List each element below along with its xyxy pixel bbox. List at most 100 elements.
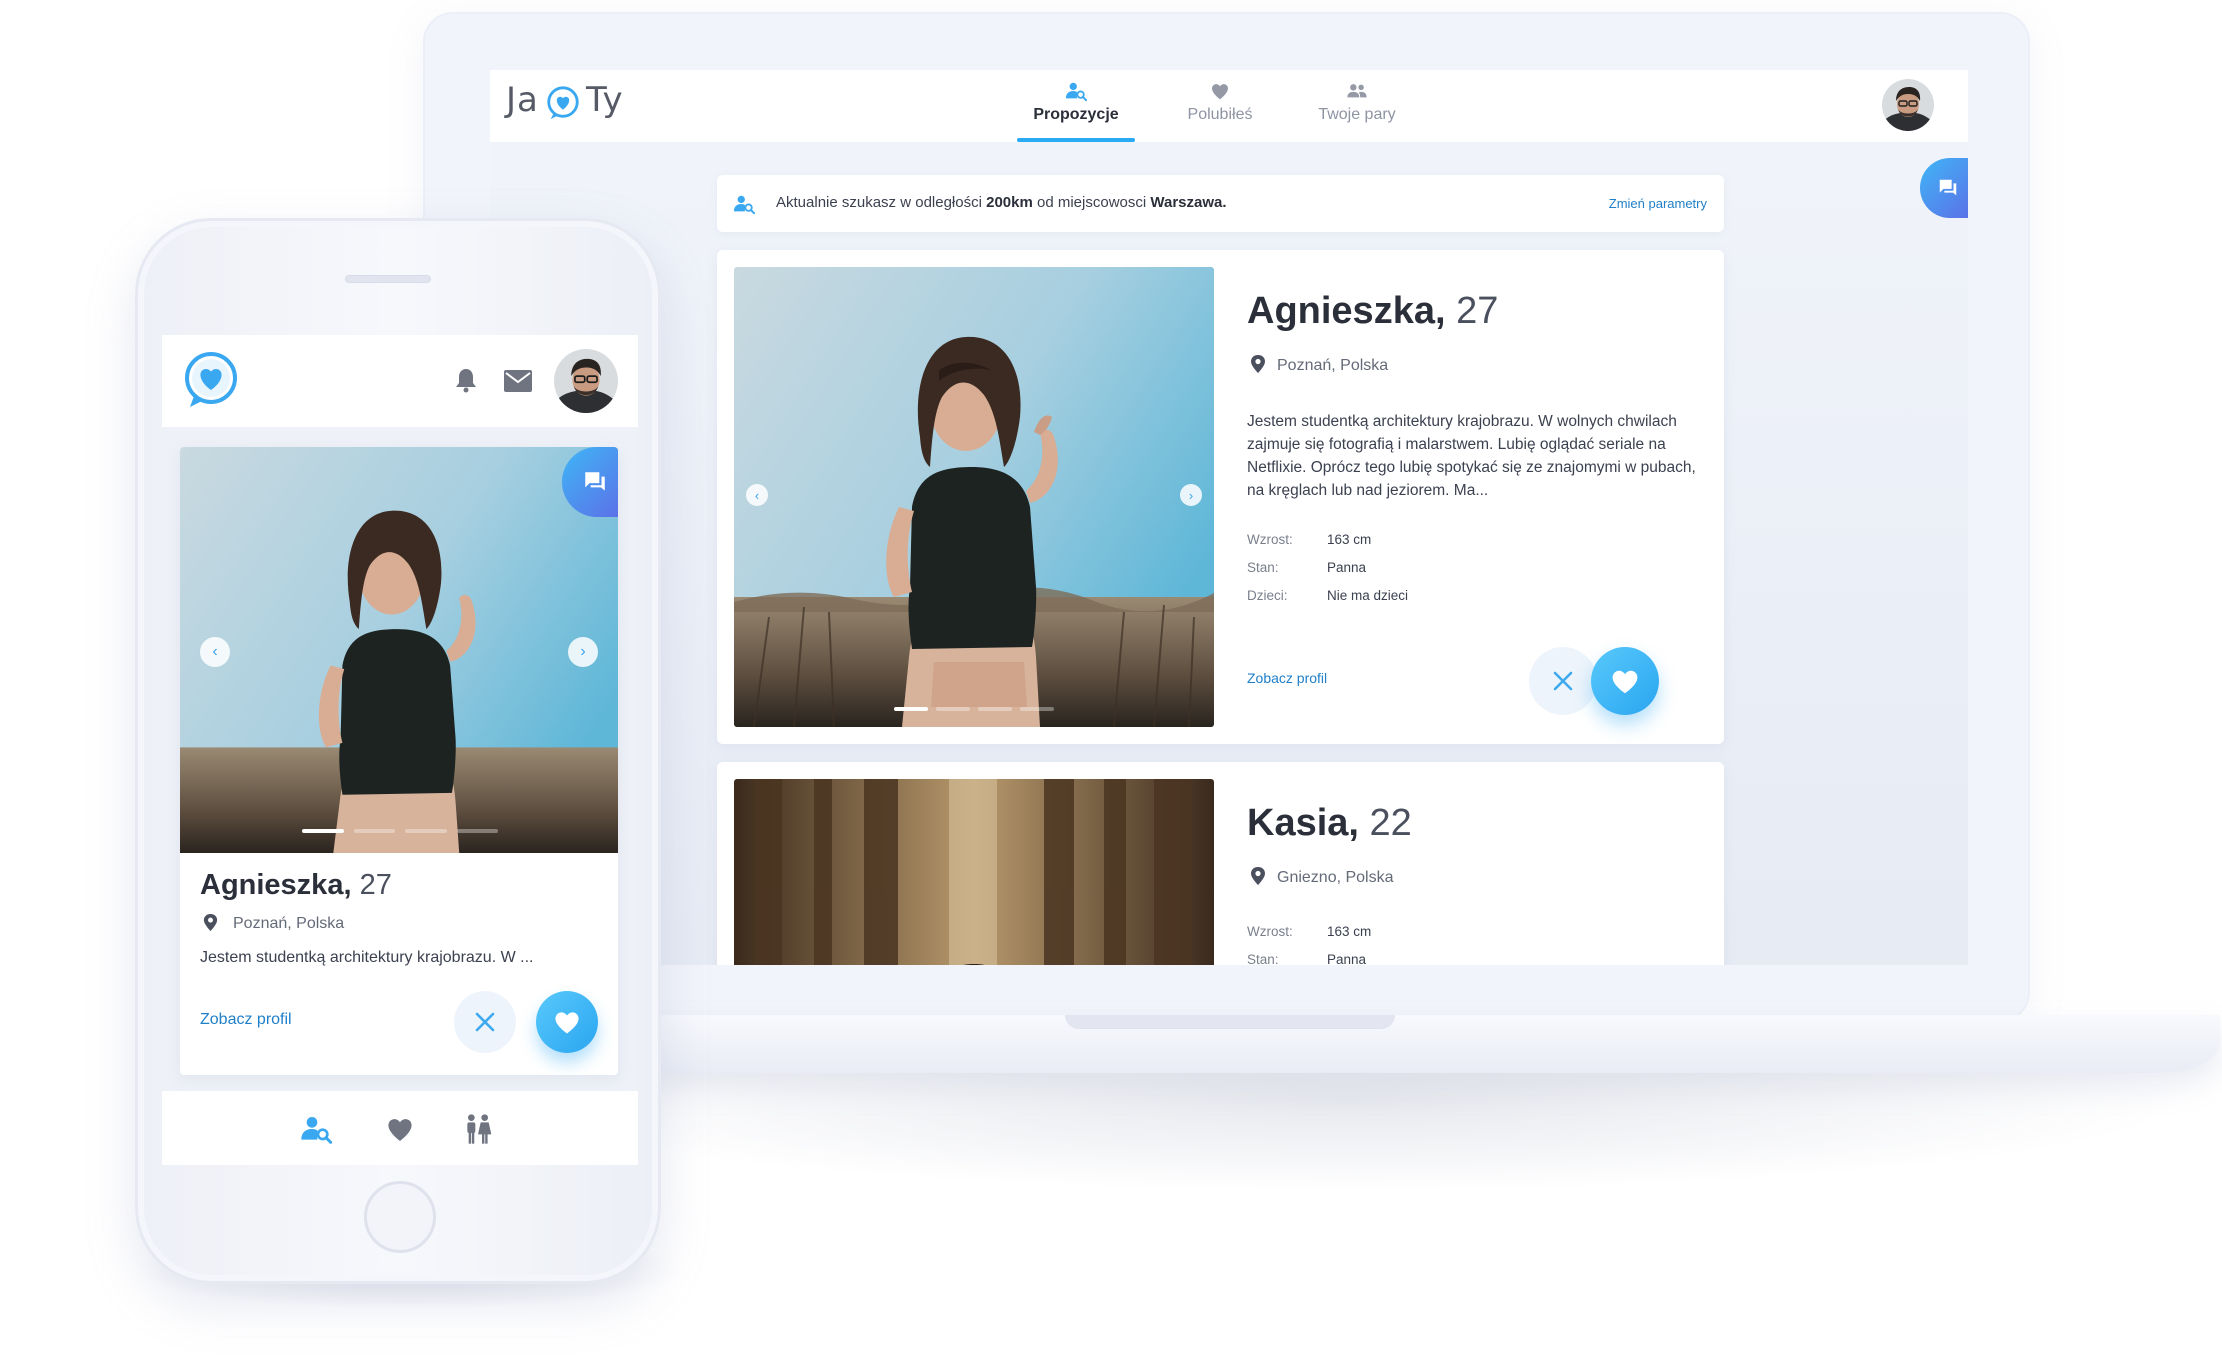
tab-propozycje[interactable]: Propozycje — [1017, 80, 1135, 142]
profile-name: Kasia, 22 — [1247, 802, 1412, 845]
couple-icon[interactable] — [462, 1113, 494, 1145]
location-pin-icon — [1251, 867, 1265, 885]
fact-value: 163 cm — [1327, 532, 1372, 547]
mail-icon[interactable] — [504, 370, 532, 392]
photo-dot[interactable] — [456, 829, 498, 833]
fact-label: Wzrost: — [1247, 532, 1293, 547]
laptop-screen: Ja Ty Propozycje Polubiłeś Twoje pary Ak… — [490, 70, 1968, 965]
profile-bio: Jestem studentką architektury krajobrazu… — [1247, 413, 1696, 499]
fact-label: Dzieci: — [1247, 588, 1288, 603]
photo-dot[interactable] — [302, 829, 344, 833]
profile-location: Poznań, Polska — [1249, 354, 1388, 375]
app-logo-icon[interactable] — [180, 349, 242, 411]
fact-row: Wzrost: 163 cm — [1247, 532, 1408, 560]
profile-photo[interactable]: ‹ › — [180, 447, 618, 853]
age-text: 27 — [1456, 290, 1499, 332]
laptop-base — [600, 1015, 2220, 1073]
photo-dot[interactable] — [1020, 707, 1054, 711]
user-avatar[interactable] — [554, 349, 618, 413]
photo-prev-arrow[interactable]: ‹ — [746, 484, 768, 506]
location-text: Poznań, Polska — [1277, 357, 1389, 374]
fact-value: Panna — [1327, 560, 1367, 575]
close-icon — [1553, 671, 1573, 691]
laptop-notch — [1065, 1015, 1395, 1029]
phone-header — [162, 335, 638, 427]
search-summary-text: Aktualnie szukasz w odległości 200km od … — [776, 194, 1227, 211]
avatar-portrait — [554, 349, 618, 413]
fact-row: Wzrost: 163 cm — [1247, 924, 1371, 952]
search-prefix: Aktualnie szukasz w odległości — [776, 194, 987, 211]
view-profile-link[interactable]: Zobacz profil — [200, 1011, 292, 1029]
chat-icon — [585, 472, 605, 491]
profile-card: Kasia, 22 Gniezno, Polska Wzrost: 163 cm … — [717, 762, 1724, 965]
photo-dot[interactable] — [353, 829, 395, 833]
user-search-icon — [1065, 82, 1087, 102]
heart-icon — [555, 1012, 579, 1034]
profile-photo[interactable] — [734, 779, 1214, 965]
phone-speaker — [345, 275, 431, 283]
fact-row: Stan: Panna — [1247, 952, 1371, 965]
view-profile-link[interactable]: Zobacz profil — [1247, 670, 1327, 686]
user-search-icon — [733, 195, 755, 215]
location-pin-icon — [203, 914, 218, 931]
age-text: 22 — [1369, 802, 1412, 844]
profile-photo[interactable]: ‹ › — [734, 267, 1214, 727]
location-text: Gniezno, Polska — [1277, 869, 1394, 886]
heart-icon[interactable] — [384, 1113, 416, 1145]
chat-icon — [1939, 179, 1957, 196]
user-avatar[interactable] — [1882, 79, 1934, 131]
tab-twoje-pary[interactable]: Twoje pary — [1303, 80, 1411, 142]
fact-label: Stan: — [1247, 560, 1279, 575]
search-middle: od miejscowosci — [1032, 194, 1151, 211]
photo-dot[interactable] — [978, 707, 1012, 711]
age-text: 27 — [359, 869, 392, 901]
chat-button[interactable] — [1920, 158, 1968, 218]
search-distance: 200km — [986, 194, 1033, 211]
profile-details: Agnieszka, 27 Poznań, Polska Jestem stud… — [1247, 250, 1704, 744]
logo-text-right: Ty — [586, 80, 624, 120]
photo-dot[interactable] — [894, 707, 928, 711]
fact-value: 163 cm — [1327, 924, 1372, 939]
fact-value: Nie ma dzieci — [1327, 588, 1409, 603]
photo-dot[interactable] — [405, 829, 447, 833]
change-parameters-link[interactable]: Zmień parametry — [1609, 196, 1707, 211]
profile-photo-image — [180, 447, 618, 853]
profile-facts: Wzrost: 163 cm Stan: Panna — [1247, 924, 1371, 965]
stage: Ja Ty Propozycje Polubiłeś Twoje pary Ak… — [0, 0, 2222, 1372]
profile-name: Agnieszka, 27 — [1247, 290, 1498, 333]
photo-pagination — [894, 707, 1054, 711]
user-search-icon[interactable] — [300, 1113, 332, 1145]
name-text: Agnieszka, — [1247, 290, 1446, 332]
fact-row: Stan: Panna — [1247, 560, 1408, 588]
location-text: Poznań, Polska — [233, 915, 345, 932]
heart-icon — [1612, 670, 1638, 694]
profile-card: ‹ › Agnieszka, 27 Poznań, Polska Jestem … — [180, 447, 618, 1075]
logo-heart-bubble-icon — [547, 86, 579, 120]
profile-bio: Jestem studentką architektury krajobrazu… — [200, 949, 534, 966]
bell-icon[interactable] — [454, 367, 478, 393]
avatar-portrait — [1882, 79, 1934, 131]
tab-polubiles[interactable]: Polubiłeś — [1170, 80, 1270, 142]
fact-row: Dzieci: Nie ma dzieci — [1247, 588, 1408, 616]
like-button[interactable] — [1591, 647, 1659, 715]
reject-button[interactable] — [454, 991, 516, 1053]
logo-text-left: Ja — [506, 80, 539, 120]
photo-next-arrow[interactable]: › — [1180, 484, 1202, 506]
like-button[interactable] — [536, 991, 598, 1053]
profile-photo-image — [734, 267, 1214, 727]
fact-value: Panna — [1327, 952, 1367, 965]
phone-home-button[interactable] — [364, 1181, 436, 1253]
search-city: Warszawa. — [1150, 194, 1227, 211]
profile-location: Gniezno, Polska — [1249, 866, 1394, 887]
phone-tabbar — [162, 1091, 638, 1165]
location-pin-icon — [1251, 355, 1265, 373]
heart-icon — [1212, 84, 1228, 100]
users-icon — [1347, 84, 1367, 98]
profile-card: ‹ › Agnieszka, 27 Poznań, Polska Jestem … — [717, 250, 1724, 744]
photo-prev-arrow[interactable]: ‹ — [200, 637, 230, 667]
profile-photo-image — [734, 779, 1214, 965]
reject-button[interactable] — [1529, 647, 1597, 715]
photo-next-arrow[interactable]: › — [568, 637, 598, 667]
tab-label: Twoje pary — [1318, 106, 1396, 123]
photo-dot[interactable] — [936, 707, 970, 711]
